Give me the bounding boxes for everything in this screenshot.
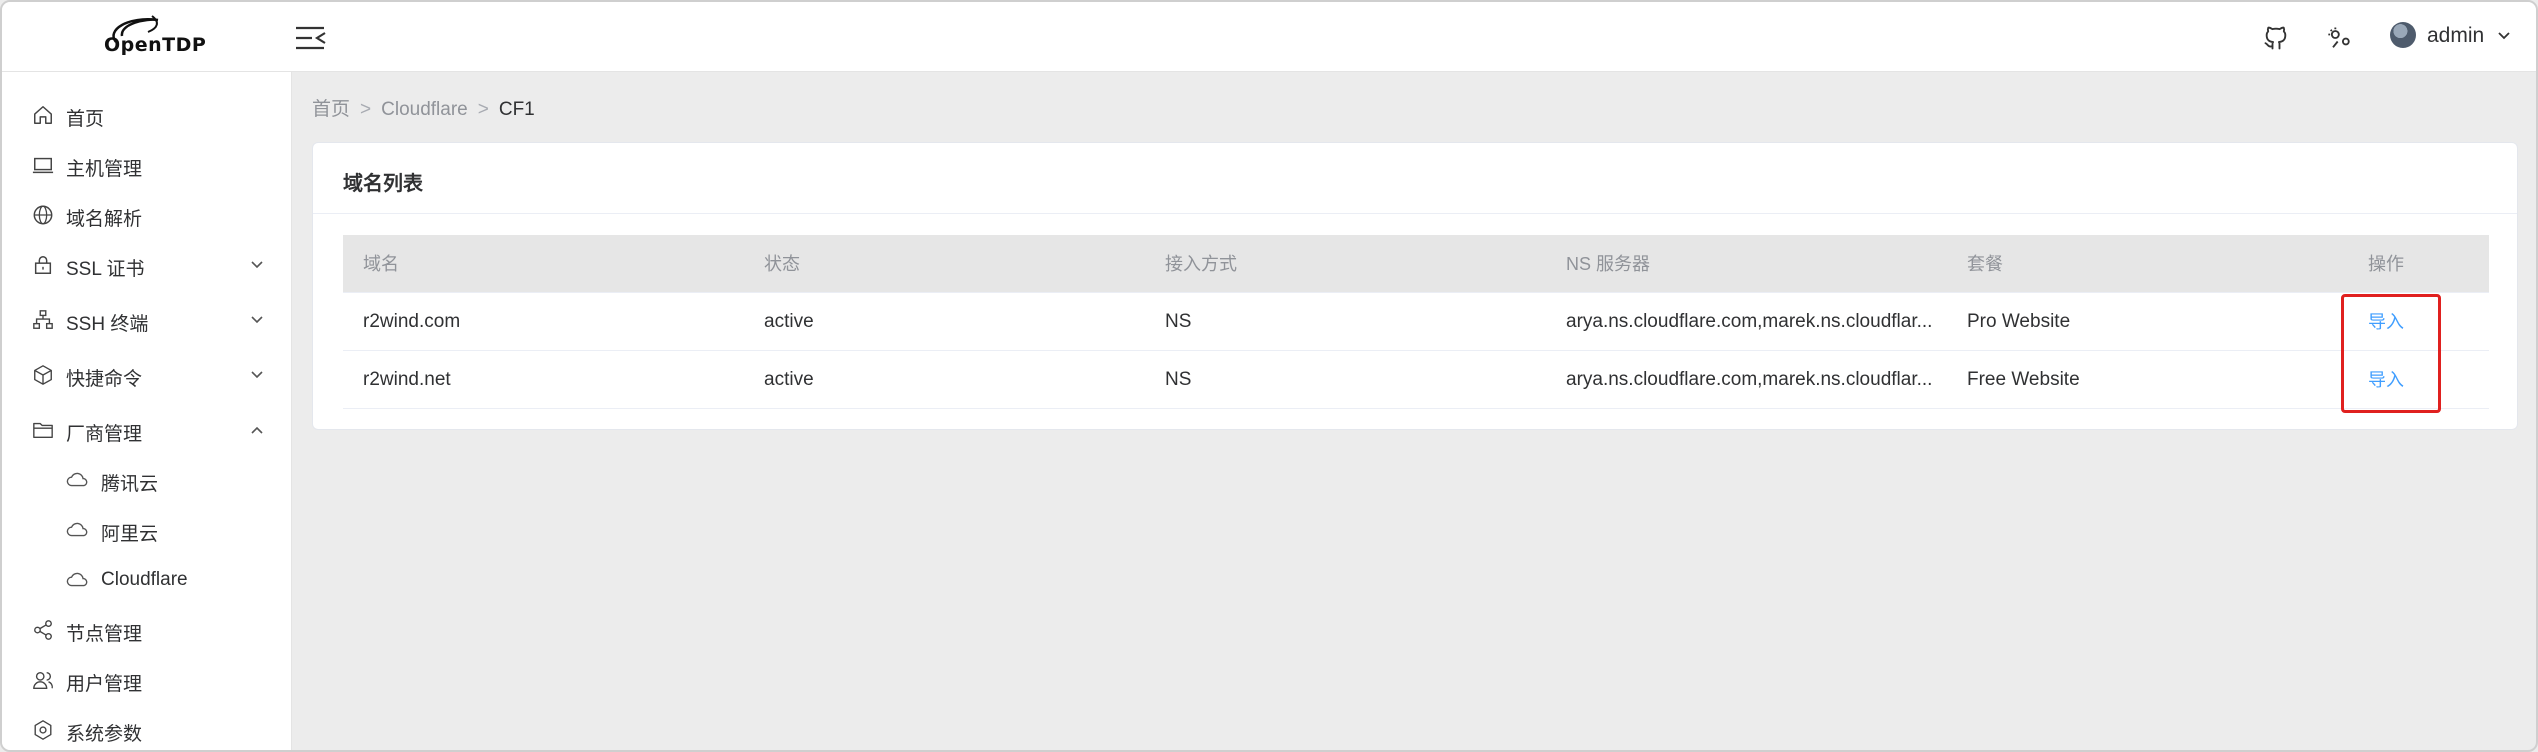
cloud-icon bbox=[66, 569, 88, 591]
cell-ns: arya.ns.cloudflare.com,marek.ns.cloudfla… bbox=[1566, 311, 1933, 332]
globe-icon bbox=[32, 204, 54, 226]
user-name[interactable]: admin bbox=[2427, 24, 2484, 48]
app-logo[interactable]: OpenTDP bbox=[98, 12, 208, 62]
sidebar: 首页 主机管理 域名解析 SSL 证书 SSH 终端 快捷命令 厂商管理 腾讯云… bbox=[2, 72, 292, 750]
domain-table: 域名 状态 接入方式 NS 服务器 套餐 操作 r2wind.com activ… bbox=[343, 235, 2489, 409]
sidebar-item-ssl[interactable]: SSL 证书 bbox=[2, 240, 292, 290]
sidebar-item-nodes[interactable]: 节点管理 bbox=[2, 605, 292, 655]
column-header-access: 接入方式 bbox=[1165, 254, 1237, 274]
sidebar-item-label: 节点管理 bbox=[66, 624, 143, 645]
sidebar-item-label: 主机管理 bbox=[66, 159, 143, 180]
chevron-down-icon bbox=[250, 314, 264, 326]
avatar[interactable] bbox=[2390, 22, 2416, 48]
network-icon bbox=[32, 309, 54, 331]
cell-status: active bbox=[764, 311, 814, 332]
theme-switch-icon[interactable] bbox=[2326, 24, 2354, 52]
sidebar-item-label: 厂商管理 bbox=[66, 424, 143, 445]
cloud-icon bbox=[66, 469, 88, 491]
card-title: 域名列表 bbox=[343, 173, 423, 195]
breadcrumb-separator: > bbox=[477, 99, 489, 120]
sidebar-item-settings[interactable]: 系统参数 bbox=[2, 705, 292, 750]
sidebar-item-home[interactable]: 首页 bbox=[2, 90, 292, 140]
breadcrumb: 首页 > Cloudflare > CF1 bbox=[312, 94, 535, 121]
share-icon bbox=[32, 619, 54, 641]
sidebar-item-label: 腾讯云 bbox=[101, 474, 159, 495]
breadcrumb-separator: > bbox=[360, 99, 372, 120]
cube-icon bbox=[32, 364, 54, 386]
domain-list-card: 域名列表 域名 状态 接入方式 NS 服务器 套餐 操作 r2wind.com … bbox=[312, 142, 2518, 430]
github-icon[interactable] bbox=[2262, 24, 2290, 52]
sidebar-item-label: 域名解析 bbox=[66, 209, 143, 230]
cell-plan: Pro Website bbox=[1967, 311, 2071, 332]
folder-icon bbox=[32, 419, 54, 441]
sidebar-subitem-tencent[interactable]: 腾讯云 bbox=[2, 455, 292, 505]
settings-icon bbox=[32, 719, 54, 741]
logo-text: OpenTDP bbox=[104, 34, 207, 56]
sidebar-item-label: SSH 终端 bbox=[66, 314, 149, 335]
laptop-icon bbox=[32, 154, 54, 176]
sidebar-item-label: SSL 证书 bbox=[66, 259, 145, 280]
cell-status: active bbox=[764, 369, 814, 390]
sidebar-item-commands[interactable]: 快捷命令 bbox=[2, 350, 292, 400]
import-button[interactable]: 导入 bbox=[2368, 293, 2478, 351]
cell-access: NS bbox=[1165, 311, 1192, 332]
menu-fold-icon bbox=[296, 26, 326, 50]
breadcrumb-cloudflare[interactable]: Cloudflare bbox=[381, 99, 468, 121]
import-button[interactable]: 导入 bbox=[2368, 351, 2478, 409]
card-divider bbox=[313, 213, 2517, 214]
sidebar-collapse-button[interactable] bbox=[294, 24, 328, 52]
cloud-icon bbox=[66, 519, 88, 541]
sidebar-item-label: 阿里云 bbox=[101, 524, 159, 545]
column-header-ns: NS 服务器 bbox=[1566, 254, 1651, 274]
cell-access: NS bbox=[1165, 369, 1192, 390]
sidebar-item-dns[interactable]: 域名解析 bbox=[2, 190, 292, 240]
breadcrumb-current: CF1 bbox=[498, 99, 535, 120]
breadcrumb-home[interactable]: 首页 bbox=[312, 94, 350, 121]
column-header-action: 操作 bbox=[2368, 254, 2404, 274]
top-header: OpenTDP admin bbox=[2, 2, 2536, 72]
app-window: OpenTDP admin 首页 主机管理 域名解析 SSL 证书 SSH 终端… bbox=[0, 0, 2538, 752]
sidebar-item-ssh[interactable]: SSH 终端 bbox=[2, 295, 292, 345]
sidebar-item-hosts[interactable]: 主机管理 bbox=[2, 140, 292, 190]
sidebar-item-users[interactable]: 用户管理 bbox=[2, 655, 292, 705]
sidebar-item-label: 首页 bbox=[66, 109, 105, 130]
sidebar-item-label: Cloudflare bbox=[101, 569, 188, 590]
chevron-down-icon bbox=[250, 369, 264, 381]
cell-plan: Free Website bbox=[1967, 369, 2080, 390]
sidebar-item-vendors[interactable]: 厂商管理 bbox=[2, 405, 292, 455]
column-header-domain: 域名 bbox=[363, 254, 399, 274]
chevron-down-icon[interactable] bbox=[2497, 30, 2511, 42]
home-icon bbox=[32, 104, 54, 126]
sidebar-item-label: 快捷命令 bbox=[66, 369, 143, 390]
cell-domain: r2wind.com bbox=[363, 311, 461, 332]
cell-ns: arya.ns.cloudflare.com,marek.ns.cloudfla… bbox=[1566, 369, 1933, 390]
lock-icon bbox=[32, 254, 54, 276]
column-header-plan: 套餐 bbox=[1967, 254, 2003, 274]
table-row: r2wind.com active NS arya.ns.cloudflare.… bbox=[343, 293, 2489, 351]
sidebar-subitem-cloudflare[interactable]: Cloudflare bbox=[2, 555, 292, 605]
table-header: 域名 状态 接入方式 NS 服务器 套餐 操作 bbox=[343, 235, 2489, 293]
users-icon bbox=[32, 669, 54, 691]
sidebar-subitem-aliyun[interactable]: 阿里云 bbox=[2, 505, 292, 555]
chevron-down-icon bbox=[250, 259, 264, 271]
column-header-status: 状态 bbox=[764, 254, 800, 274]
sidebar-item-label: 用户管理 bbox=[66, 674, 143, 695]
cell-domain: r2wind.net bbox=[363, 369, 451, 390]
table-row: r2wind.net active NS arya.ns.cloudflare.… bbox=[343, 351, 2489, 409]
sidebar-item-label: 系统参数 bbox=[66, 724, 143, 745]
chevron-up-icon bbox=[250, 424, 264, 436]
